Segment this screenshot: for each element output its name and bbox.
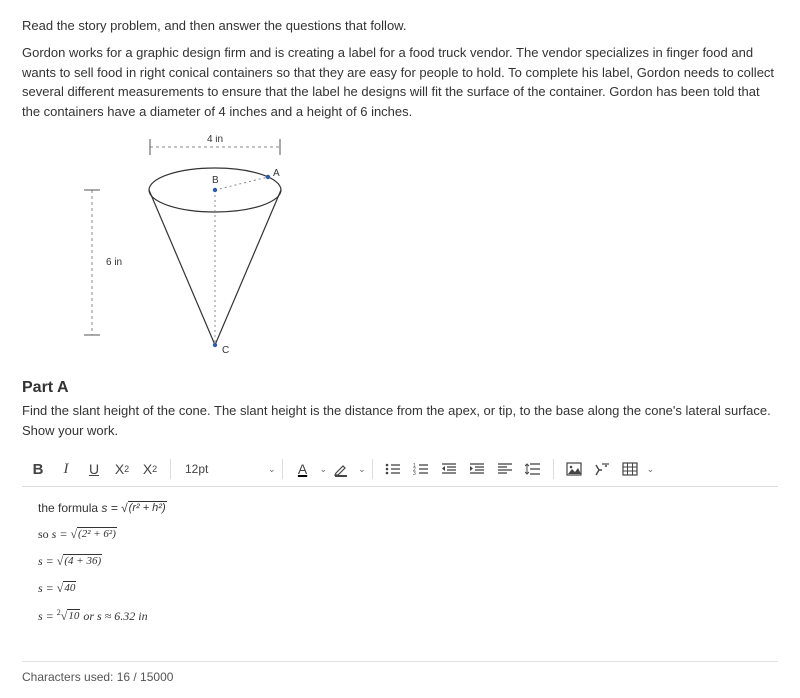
- answer-line-5: s = 2√10 or s ≈ 6.32 in: [38, 608, 762, 624]
- line-spacing-button[interactable]: [519, 456, 547, 482]
- answer-editor[interactable]: the formula s = √(r² + h²) so s = √(2² +…: [22, 487, 778, 657]
- diagram-point-b: B: [212, 175, 219, 186]
- chevron-down-icon: ⌄: [647, 464, 655, 475]
- diagram-width-label: 4 in: [207, 135, 223, 145]
- underline-button[interactable]: U: [80, 456, 108, 482]
- toolbar-separator: [372, 459, 373, 479]
- answer-line-1: the formula s = √(r² + h²): [38, 501, 762, 515]
- font-size-select[interactable]: 12pt: [177, 456, 265, 482]
- italic-button[interactable]: I: [52, 456, 80, 482]
- character-counter: Characters used: 16 / 15000: [22, 661, 778, 684]
- superscript-button[interactable]: X2: [108, 456, 136, 482]
- number-list-button[interactable]: 123: [407, 456, 435, 482]
- svg-text:3: 3: [413, 471, 416, 476]
- diagram-point-a: A: [273, 168, 280, 179]
- story-text: Gordon works for a graphic design firm a…: [22, 43, 778, 121]
- editor-toolbar: B I U X2 X2 12pt ⌄ A ⌄ ⌄ 123: [22, 452, 778, 487]
- toolbar-separator: [170, 459, 171, 479]
- bullet-list-button[interactable]: [379, 456, 407, 482]
- bold-button[interactable]: B: [24, 456, 52, 482]
- chevron-down-icon: ⌄: [358, 464, 366, 475]
- answer-line-4: s = √40: [38, 581, 762, 596]
- question-container: Read the story problem, and then answer …: [0, 0, 800, 698]
- chevron-down-icon: ⌄: [268, 464, 276, 475]
- answer-line-2: so s = √(2² + 6²): [38, 527, 762, 542]
- part-title: Part A: [22, 379, 778, 397]
- align-button[interactable]: [491, 456, 519, 482]
- indent-button[interactable]: [463, 456, 491, 482]
- table-button[interactable]: [616, 456, 644, 482]
- answer-line-3: s = √(4 + 36): [38, 554, 762, 569]
- equation-button[interactable]: [588, 456, 616, 482]
- part-prompt: Find the slant height of the cone. The s…: [22, 401, 778, 440]
- toolbar-separator: [553, 459, 554, 479]
- font-color-button[interactable]: A: [289, 456, 317, 482]
- diagram-height-label: 6 in: [106, 257, 122, 268]
- outdent-button[interactable]: [435, 456, 463, 482]
- image-button[interactable]: [560, 456, 588, 482]
- diagram-point-c: C: [222, 345, 229, 356]
- cone-diagram: 4 in 6 in B A C: [62, 135, 778, 365]
- subscript-button[interactable]: X2: [136, 456, 164, 482]
- chevron-down-icon: ⌄: [320, 464, 328, 475]
- instruction-text: Read the story problem, and then answer …: [22, 18, 778, 33]
- toolbar-separator: [282, 459, 283, 479]
- highlight-button[interactable]: [327, 456, 355, 482]
